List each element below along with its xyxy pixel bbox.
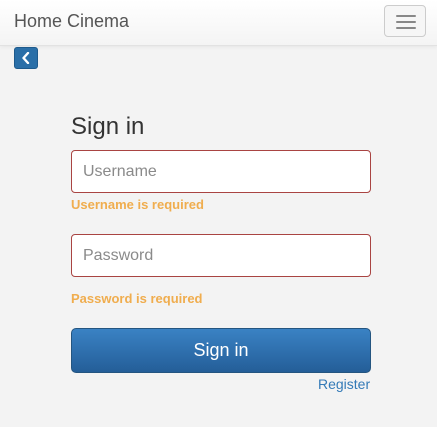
navbar-toggle-button[interactable] [384, 5, 426, 37]
username-input[interactable] [71, 150, 371, 193]
password-error-message: Password is required [71, 291, 203, 306]
brand-title[interactable]: Home Cinema [14, 11, 129, 32]
password-input[interactable] [71, 234, 371, 277]
sign-in-button[interactable]: Sign in [71, 328, 371, 373]
page-title: Sign in [71, 113, 145, 140]
back-button[interactable] [14, 47, 38, 69]
chevron-left-icon [22, 52, 30, 64]
register-link[interactable]: Register [318, 376, 370, 392]
username-error-message: Username is required [71, 197, 204, 212]
navbar: Home Cinema [0, 0, 437, 46]
